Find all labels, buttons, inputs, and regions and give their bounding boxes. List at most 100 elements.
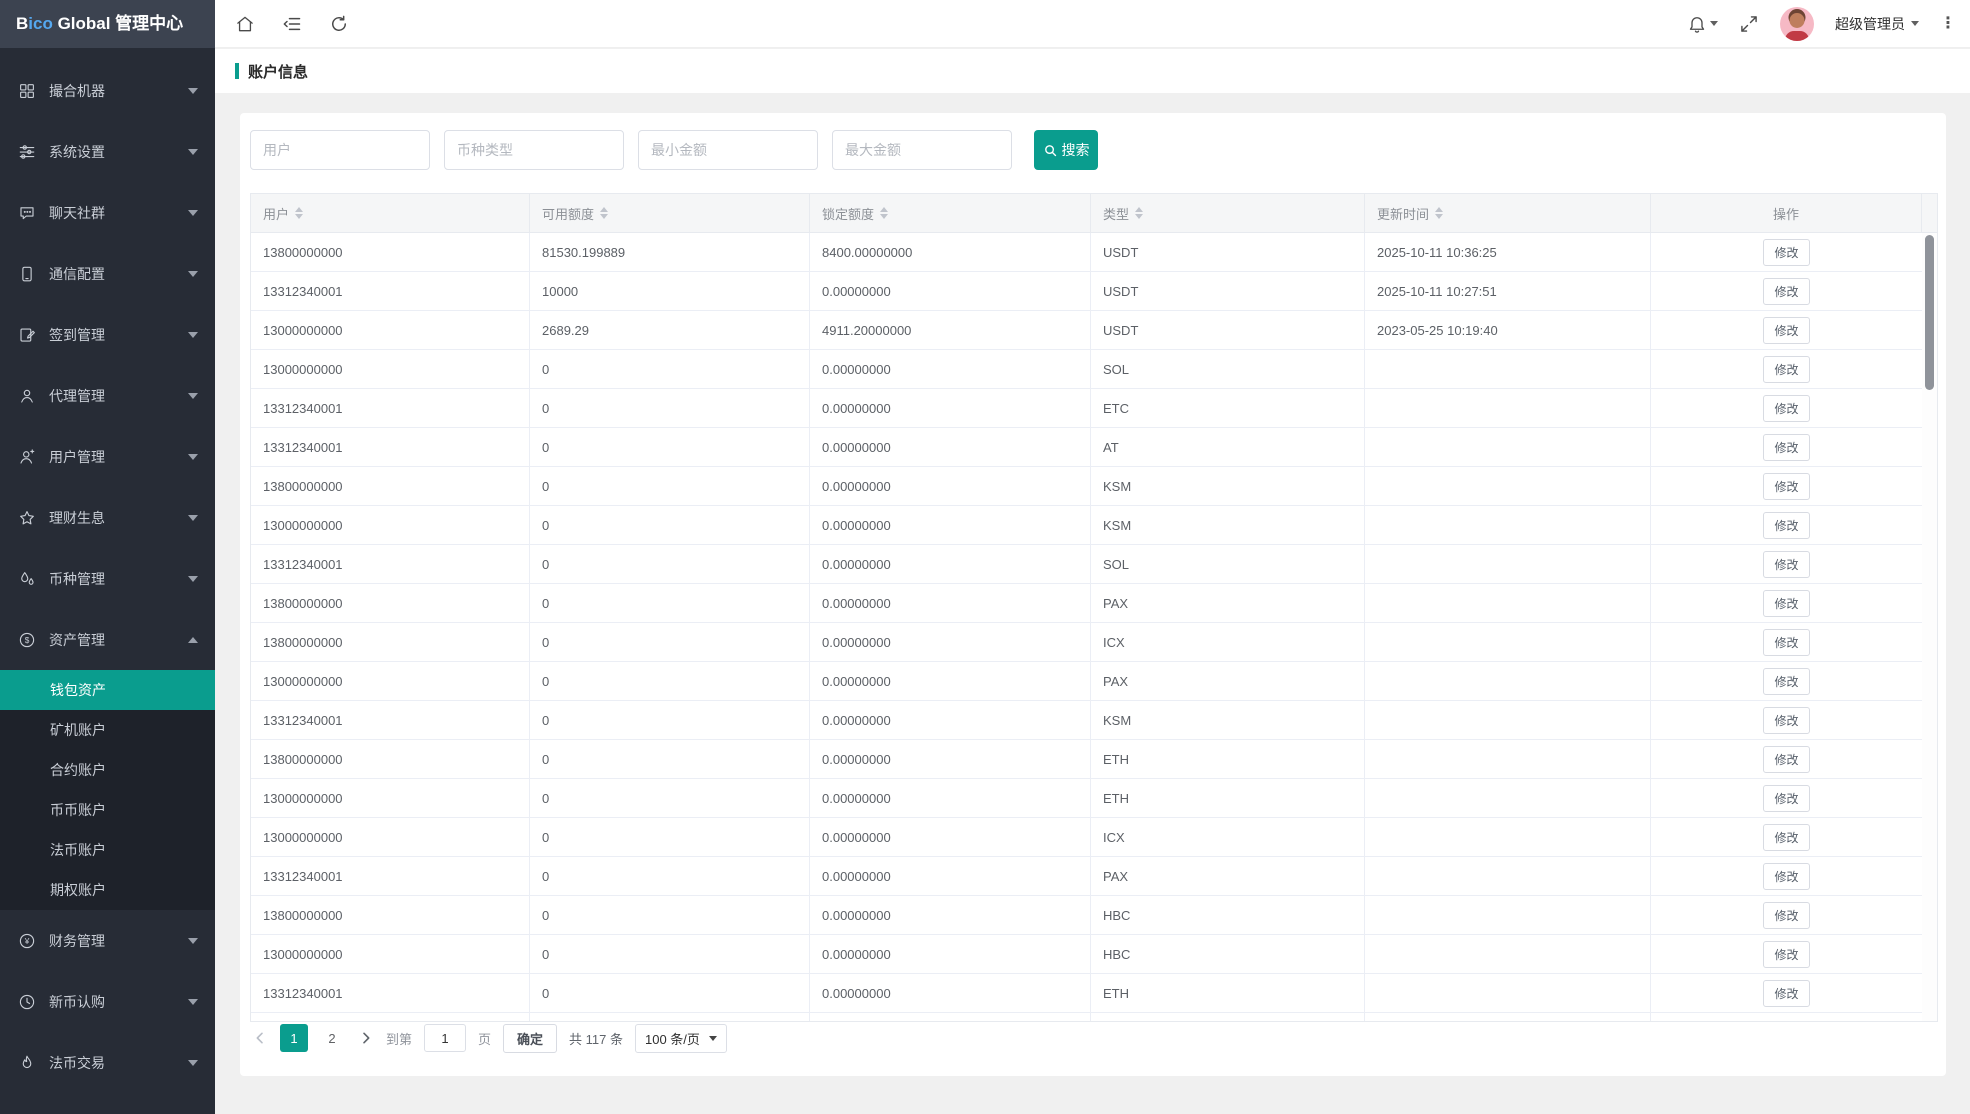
- max-amount-filter-input[interactable]: [832, 130, 1012, 170]
- sidebar-item-6[interactable]: 用户管理: [0, 426, 215, 487]
- sidebar-item-10[interactable]: ¥财务管理: [0, 910, 215, 971]
- edit-button[interactable]: 修改: [1763, 434, 1809, 461]
- user-menu[interactable]: 超级管理员: [1835, 14, 1919, 34]
- column-header-0[interactable]: 用户: [251, 194, 530, 233]
- cell-type: PAX: [1091, 857, 1365, 895]
- sidebar-subitem-1[interactable]: 矿机账户: [0, 710, 215, 750]
- sidebar-item-9[interactable]: $资产管理: [0, 609, 215, 670]
- edit-button[interactable]: 修改: [1763, 824, 1809, 851]
- edit-button[interactable]: 修改: [1763, 668, 1809, 695]
- sidebar-subitem-5[interactable]: 期权账户: [0, 870, 215, 910]
- sidebar-subitem-3[interactable]: 币币账户: [0, 790, 215, 830]
- goto-confirm-button[interactable]: 确定: [503, 1024, 557, 1053]
- search-button-label: 搜索: [1062, 140, 1090, 160]
- logo-part2: ico: [28, 14, 53, 33]
- sidebar-item-3[interactable]: 通信配置: [0, 243, 215, 304]
- page-button-2[interactable]: 2: [318, 1024, 346, 1052]
- cell-available: 0: [530, 584, 810, 622]
- edit-button[interactable]: 修改: [1763, 590, 1809, 617]
- column-header-1[interactable]: 可用额度: [530, 194, 810, 233]
- table-scrollbar-track[interactable]: [1922, 233, 1937, 1021]
- cell-type: ICX: [1091, 818, 1365, 856]
- sidebar-item-2[interactable]: 聊天社群: [0, 182, 215, 243]
- cell-type: AT: [1091, 428, 1365, 466]
- fullscreen-icon[interactable]: [1739, 14, 1759, 34]
- column-header-4[interactable]: 更新时间: [1365, 194, 1651, 233]
- sort-icon[interactable]: [600, 207, 608, 219]
- sidebar-item-1[interactable]: 系统设置: [0, 121, 215, 182]
- cell-updated: [1365, 584, 1651, 622]
- cell-type: USDT: [1091, 233, 1365, 271]
- sidebar-item-7[interactable]: 理财生息: [0, 487, 215, 548]
- cell-updated: [1365, 389, 1651, 427]
- edit-button[interactable]: 修改: [1763, 863, 1809, 890]
- table-body: 1380000000081530.1998898400.00000000USDT…: [251, 233, 1937, 1021]
- bell-icon: [1687, 14, 1707, 34]
- cell-user: 13000000000: [251, 662, 530, 700]
- coin-type-filter-input[interactable]: [444, 130, 624, 170]
- edit-button[interactable]: 修改: [1763, 785, 1809, 812]
- sort-icon[interactable]: [1135, 207, 1143, 219]
- table-scrollbar-thumb[interactable]: [1925, 235, 1934, 390]
- edit-button[interactable]: 修改: [1763, 902, 1809, 929]
- column-header-3[interactable]: 类型: [1091, 194, 1365, 233]
- edit-button[interactable]: 修改: [1763, 395, 1809, 422]
- cell-updated: [1365, 818, 1651, 856]
- sidebar-subitem-4[interactable]: 法币账户: [0, 830, 215, 870]
- cell-updated: [1365, 779, 1651, 817]
- user-avatar[interactable]: [1780, 7, 1814, 41]
- edit-button[interactable]: 修改: [1763, 356, 1809, 383]
- prev-page-icon[interactable]: [252, 1030, 268, 1046]
- cell-updated: [1365, 428, 1651, 466]
- goto-page-input[interactable]: [424, 1024, 466, 1052]
- edit-button[interactable]: 修改: [1763, 473, 1809, 500]
- user-filter-input[interactable]: [250, 130, 430, 170]
- sidebar-subitem-2[interactable]: 合约账户: [0, 750, 215, 790]
- cell-updated: [1365, 974, 1651, 1012]
- search-button[interactable]: 搜索: [1034, 130, 1098, 170]
- sidebar-item-0[interactable]: 撮合机器: [0, 60, 215, 121]
- table-row: 1380000000000.00000000PAX修改: [251, 584, 1937, 623]
- cell-available: 0: [530, 662, 810, 700]
- edit-button[interactable]: 修改: [1763, 746, 1809, 773]
- notifications-button[interactable]: [1687, 14, 1718, 34]
- page-button-1[interactable]: 1: [280, 1024, 308, 1052]
- sort-icon[interactable]: [295, 207, 303, 219]
- sidebar-item-5[interactable]: 代理管理: [0, 365, 215, 426]
- more-options-icon[interactable]: ⋮: [1940, 16, 1956, 32]
- edit-button[interactable]: 修改: [1763, 278, 1809, 305]
- edit-button[interactable]: 修改: [1763, 941, 1809, 968]
- sort-icon[interactable]: [1435, 207, 1443, 219]
- chevron-down-icon: [1911, 21, 1919, 26]
- column-header-label: 可用额度: [542, 204, 594, 223]
- sort-icon[interactable]: [880, 207, 888, 219]
- sidebar-item-12[interactable]: 法币交易: [0, 1032, 215, 1093]
- sidebar-item-8[interactable]: 币种管理: [0, 548, 215, 609]
- chevron-down-icon: [709, 1036, 717, 1041]
- filter-bar: 搜索: [250, 130, 1098, 170]
- sidebar-item-4[interactable]: 签到管理: [0, 304, 215, 365]
- refresh-icon[interactable]: [329, 14, 349, 34]
- min-amount-filter-input[interactable]: [638, 130, 818, 170]
- edit-button[interactable]: 修改: [1763, 980, 1809, 1007]
- cell-locked: 0.00000000: [810, 974, 1091, 1012]
- cell-updated: [1365, 935, 1651, 973]
- edit-button[interactable]: 修改: [1763, 317, 1809, 344]
- edit-button[interactable]: 修改: [1763, 707, 1809, 734]
- home-icon[interactable]: [235, 14, 255, 34]
- edit-button[interactable]: 修改: [1763, 239, 1809, 266]
- edit-button[interactable]: 修改: [1763, 512, 1809, 539]
- next-page-icon[interactable]: [358, 1030, 374, 1046]
- search-icon: [1043, 143, 1058, 158]
- column-header-2[interactable]: 锁定额度: [810, 194, 1091, 233]
- cell-type: ETC: [1091, 389, 1365, 427]
- sliders-icon: [18, 143, 36, 161]
- fold-menu-icon[interactable]: [282, 14, 302, 34]
- edit-button[interactable]: 修改: [1763, 551, 1809, 578]
- sidebar-subitem-0[interactable]: 钱包资产: [0, 670, 215, 710]
- table-row: 1300000000000.00000000ETH修改: [251, 779, 1937, 818]
- table-header-row: 用户可用额度锁定额度类型更新时间操作: [251, 194, 1937, 233]
- sidebar-item-11[interactable]: 新币认购: [0, 971, 215, 1032]
- per-page-select[interactable]: 100 条/页: [635, 1024, 727, 1053]
- edit-button[interactable]: 修改: [1763, 629, 1809, 656]
